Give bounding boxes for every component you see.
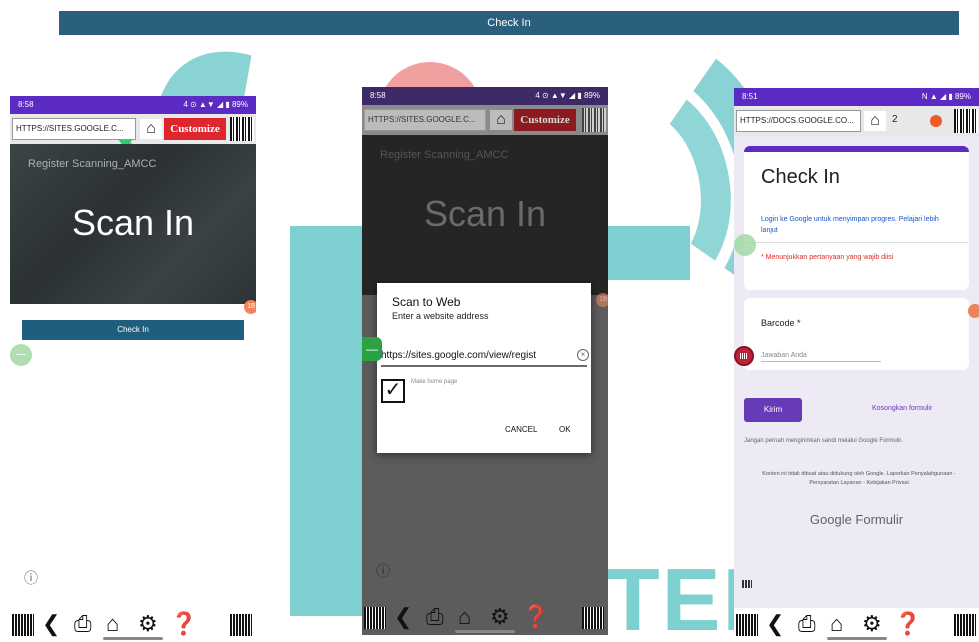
floating-action-icon[interactable]: — xyxy=(10,344,32,366)
url-toolbar: HTTPS://DOCS.GOOGLE.CO... ⌂ 2 xyxy=(734,106,979,136)
url-toolbar: HTTPS://SITES.GOOGLE.C... ⌂ Customize xyxy=(362,105,608,135)
phone-screen-3: 8:51 N ▲ ◢ ▮ 89% HTTPS://DOCS.GOOGLE.CO.… xyxy=(734,88,979,642)
check-in-button[interactable]: Check In xyxy=(22,320,244,340)
clear-icon[interactable]: × xyxy=(577,349,589,361)
scan-to-web-dialog: Scan to Web Enter a website address http… xyxy=(377,283,591,453)
help-icon[interactable]: ❓ xyxy=(522,605,549,629)
barcode-icon[interactable] xyxy=(954,109,978,133)
floating-action-icon[interactable]: — xyxy=(362,337,382,361)
password-warning: Jangan pernah mengirimkan sandi melalui … xyxy=(744,438,903,444)
home-icon[interactable]: ⌂ xyxy=(490,110,512,130)
status-icons: 4 ⊙ ▲▼ ◢ ▮ 89% xyxy=(535,91,600,100)
status-icons: 4 ⊙ ▲▼ ◢ ▮ 89% xyxy=(183,100,248,109)
tab-count[interactable]: 2 xyxy=(892,114,898,125)
gesture-bar xyxy=(826,637,887,640)
status-bar: 8:51 N ▲ ◢ ▮ 89% xyxy=(734,88,979,106)
submit-button[interactable]: Kirim xyxy=(744,398,802,422)
bottom-nav: ❮ ⎙ ⌂ ⚙ ❓ xyxy=(362,601,608,635)
barcode-icon[interactable] xyxy=(582,607,604,629)
home-icon[interactable]: ⌂ xyxy=(830,612,843,636)
record-icon[interactable] xyxy=(930,115,942,127)
barcode-icon[interactable] xyxy=(582,108,606,132)
home-icon[interactable]: ⌂ xyxy=(864,111,886,131)
status-time: 8:51 xyxy=(742,92,758,101)
help-icon[interactable]: ❓ xyxy=(894,612,921,636)
question-card: Barcode * Jawaban Anda xyxy=(744,298,969,370)
screenshot-stage: { "top_banner": { "label": "Check In" },… xyxy=(0,0,979,642)
question-label: Barcode * xyxy=(761,318,801,328)
home-icon[interactable]: ⌂ xyxy=(106,612,119,636)
form-header-card: Check In Login ke Google untuk menyimpan… xyxy=(744,146,969,290)
back-icon[interactable]: ❮ xyxy=(42,612,60,636)
home-icon[interactable]: ⌂ xyxy=(458,605,471,629)
cancel-button[interactable]: CANCEL xyxy=(505,425,537,434)
status-bar: 8:58 4 ⊙ ▲▼ ◢ ▮ 89% xyxy=(10,96,256,114)
back-icon[interactable]: ❮ xyxy=(394,605,412,629)
bottom-nav: ❮ ⎙ ⌂ ⚙ ❓ xyxy=(10,608,256,642)
url-field[interactable]: HTTPS://DOCS.GOOGLE.CO... xyxy=(736,110,861,132)
ok-button[interactable]: OK xyxy=(559,425,571,434)
barcode-icon[interactable] xyxy=(12,614,34,636)
status-bar: 8:58 4 ⊙ ▲▼ ◢ ▮ 89% xyxy=(362,87,608,105)
barcode-answer-input[interactable]: Jawaban Anda xyxy=(761,352,881,362)
status-time: 8:58 xyxy=(370,91,386,100)
phone-screen-2: 8:58 4 ⊙ ▲▼ ◢ ▮ 89% HTTPS://SITES.GOOGLE… xyxy=(362,87,608,635)
print-icon[interactable]: ⎙ xyxy=(426,605,444,629)
barcode-icon[interactable] xyxy=(230,117,254,141)
barcode-icon[interactable] xyxy=(230,614,252,636)
status-icons: N ▲ ◢ ▮ 89% xyxy=(921,92,971,101)
url-field[interactable]: HTTPS://SITES.GOOGLE.C... xyxy=(364,109,486,131)
hero-title: Scan In xyxy=(71,202,195,243)
google-forms-logo: Google Formulir xyxy=(809,512,904,527)
scan-in-hero[interactable]: Register Scanning_AMCC Scan In xyxy=(10,144,256,304)
info-icon: ⓘ xyxy=(376,563,390,579)
check-in-banner[interactable]: Check In xyxy=(59,11,959,35)
scan-in-hero: Register Scanning_AMCC Scan In xyxy=(362,135,608,295)
print-icon[interactable]: ⎙ xyxy=(74,612,92,636)
print-icon[interactable]: ⎙ xyxy=(798,612,816,636)
watermark-bar xyxy=(290,226,370,616)
floating-action-icon[interactable] xyxy=(734,234,756,256)
make-home-checkbox[interactable]: ✓ xyxy=(381,379,405,403)
floating-badge: 18 xyxy=(596,293,608,307)
phone-screen-1: 8:58 4 ⊙ ▲▼ ◢ ▮ 89% HTTPS://SITES.GOOGLE… xyxy=(10,96,256,642)
login-link[interactable]: Login ke Google untuk menyimpan progres.… xyxy=(761,214,957,236)
settings-icon[interactable]: ⚙ xyxy=(490,605,510,629)
form-disclaimer[interactable]: Konten ini tidak dibuat atau didukung ol… xyxy=(754,470,964,488)
barcode-icon[interactable] xyxy=(954,614,976,636)
gesture-bar xyxy=(103,637,163,640)
scan-barcode-icon[interactable] xyxy=(734,346,754,366)
info-icon[interactable]: ⓘ xyxy=(24,568,38,588)
hero-subtitle: Register Scanning_AMCC xyxy=(28,158,157,170)
barcode-icon[interactable] xyxy=(742,580,752,588)
help-icon[interactable]: ❓ xyxy=(170,612,197,636)
required-note: * Menunjukkan pertanyaan yang wajib diis… xyxy=(761,254,894,261)
status-time: 8:58 xyxy=(18,100,34,109)
divider xyxy=(744,242,969,243)
form-title: Check In xyxy=(761,166,840,188)
settings-icon[interactable]: ⚙ xyxy=(862,612,882,636)
settings-icon[interactable]: ⚙ xyxy=(138,612,158,636)
gesture-bar xyxy=(455,630,515,633)
floating-badge[interactable] xyxy=(968,304,979,318)
floating-badge[interactable]: 18 xyxy=(244,300,256,314)
dialog-subtitle: Enter a website address xyxy=(392,311,489,321)
checkbox-label: Make home page xyxy=(411,379,458,385)
barcode-icon[interactable] xyxy=(736,614,758,636)
hero-subtitle: Register Scanning_AMCC xyxy=(380,149,509,161)
bottom-nav: ❮ ⎙ ⌂ ⚙ ❓ xyxy=(734,608,979,642)
url-input[interactable]: https://sites.google.com/view/regist xyxy=(381,347,587,367)
hero-title: Scan In xyxy=(423,193,547,234)
barcode-icon[interactable] xyxy=(364,607,386,629)
back-icon[interactable]: ❮ xyxy=(766,612,784,636)
clear-form-button[interactable]: Kosongkan formulir xyxy=(872,405,932,412)
dialog-title: Scan to Web xyxy=(392,295,461,309)
customize-button[interactable]: Customize xyxy=(514,109,576,131)
